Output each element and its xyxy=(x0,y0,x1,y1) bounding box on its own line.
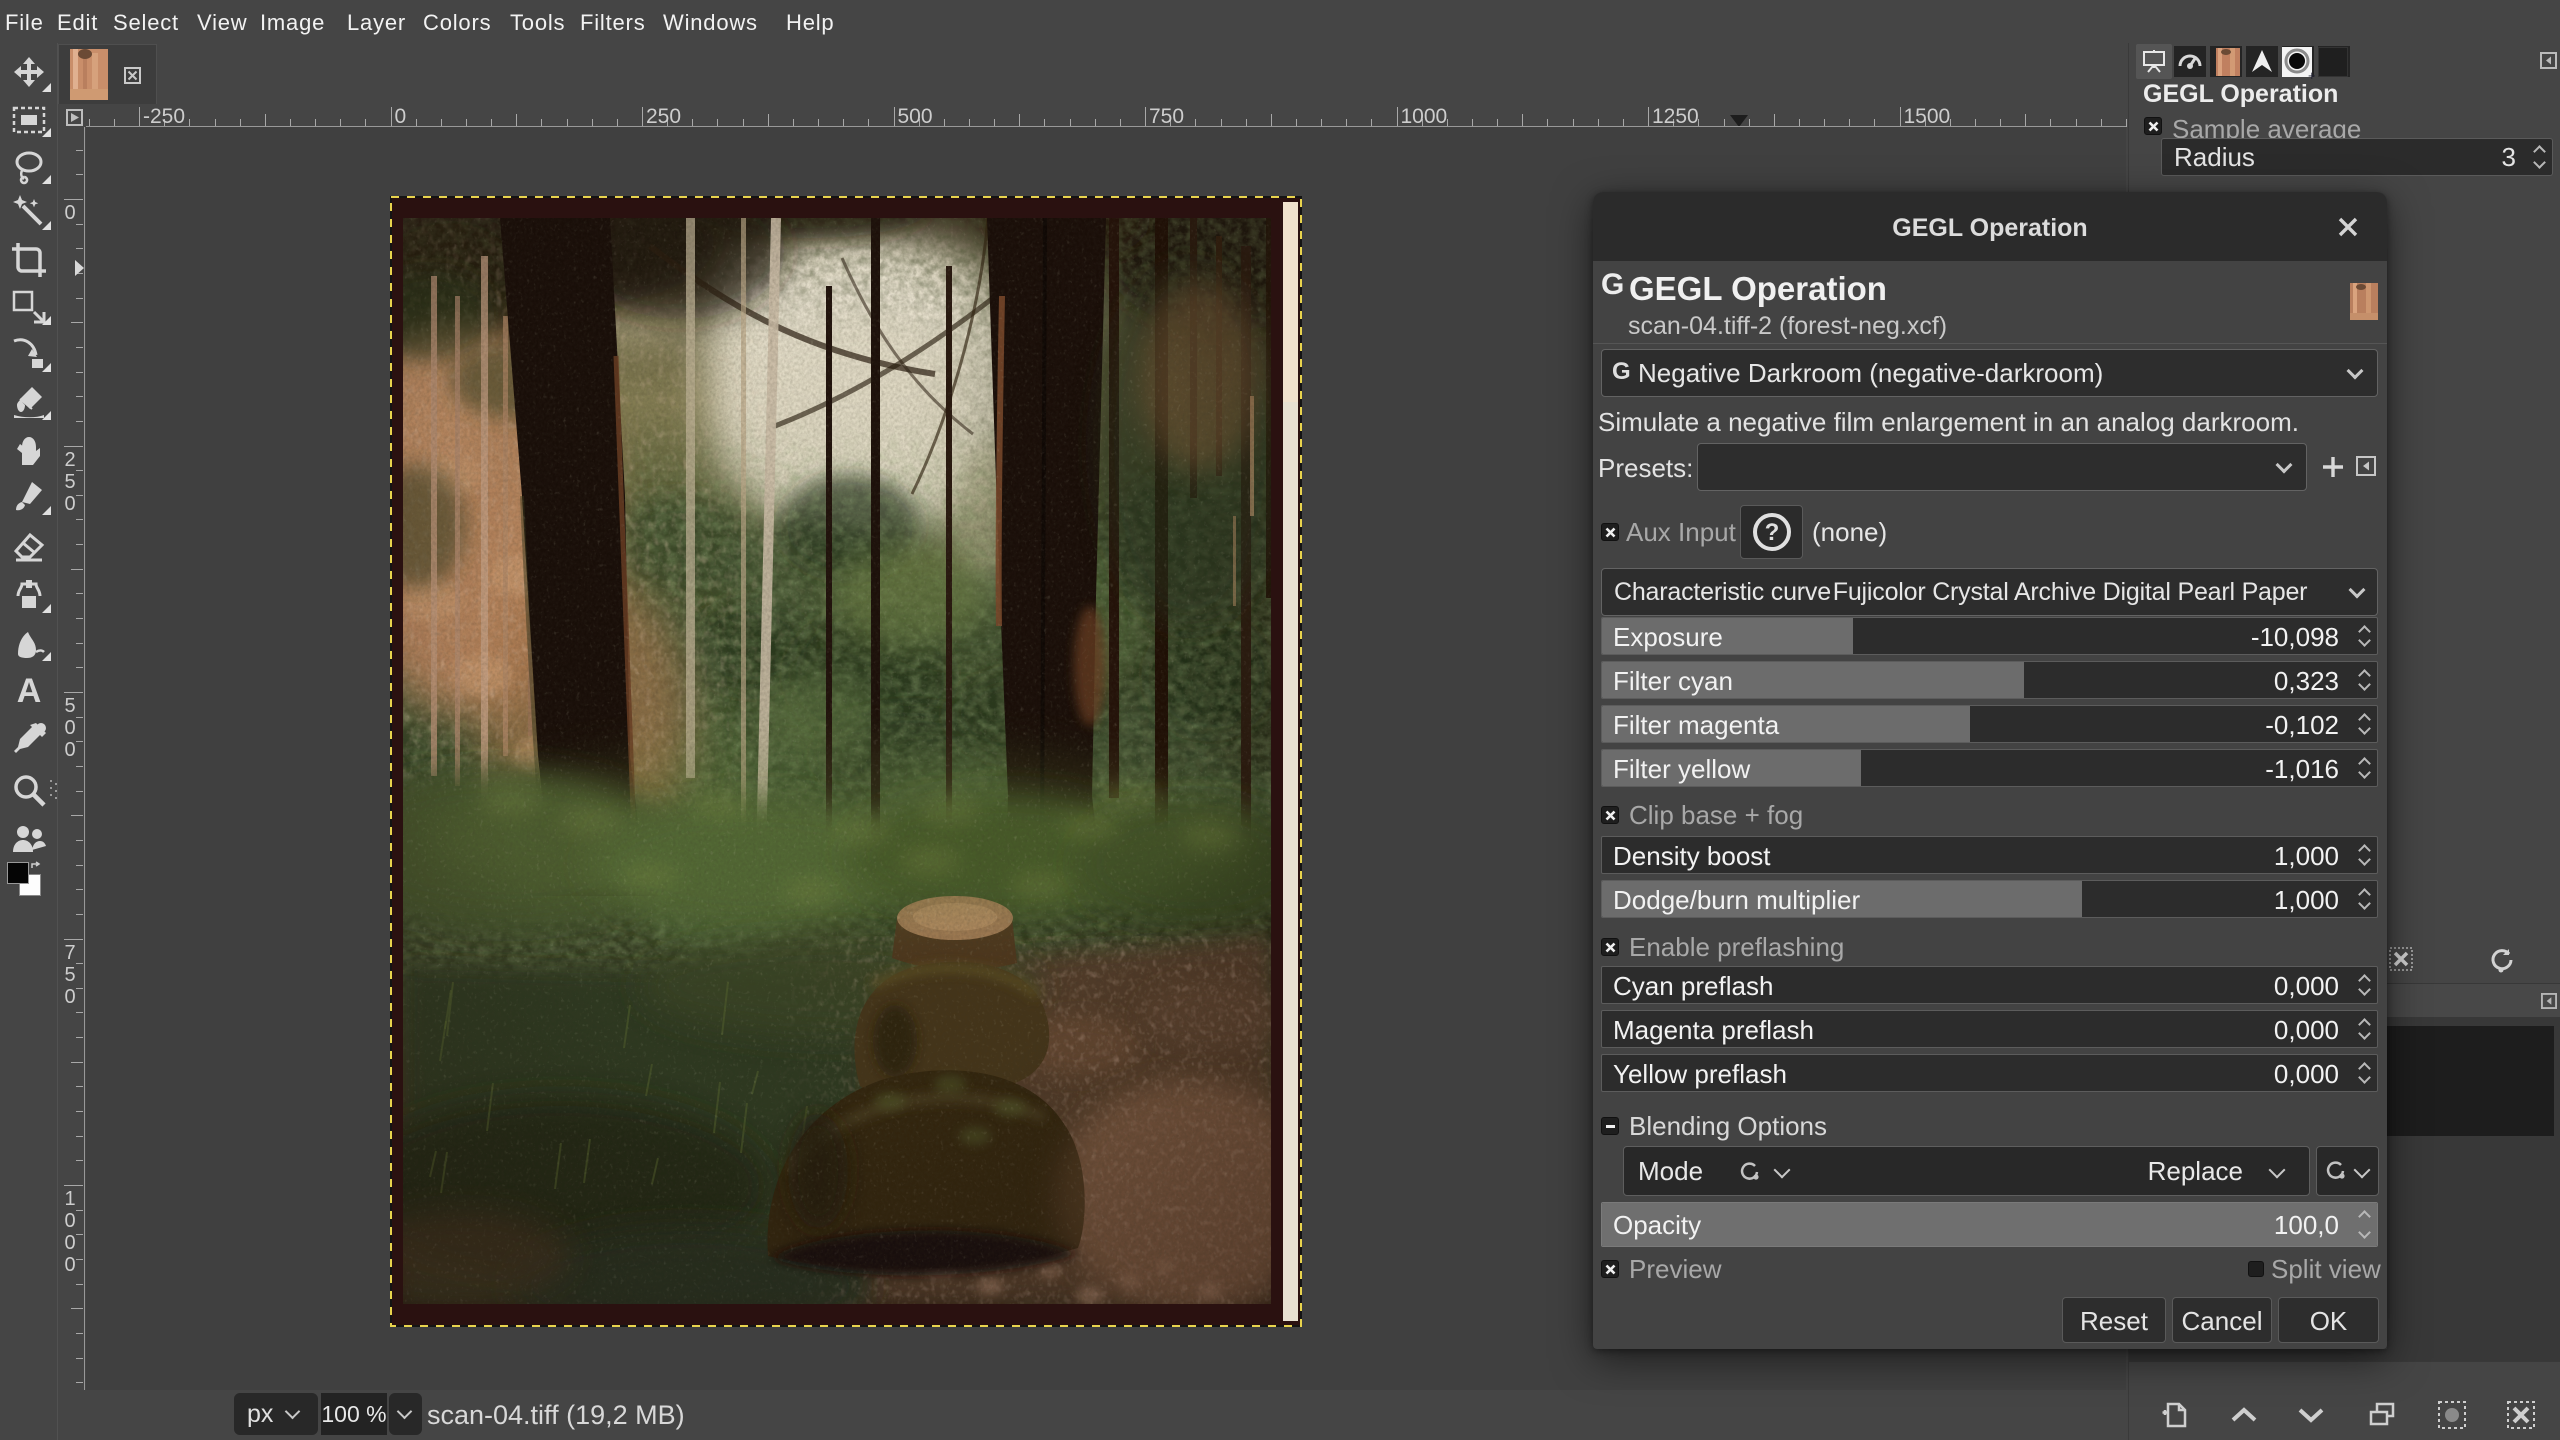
svg-text:?: ? xyxy=(1765,519,1780,546)
svg-text:A: A xyxy=(17,672,42,710)
